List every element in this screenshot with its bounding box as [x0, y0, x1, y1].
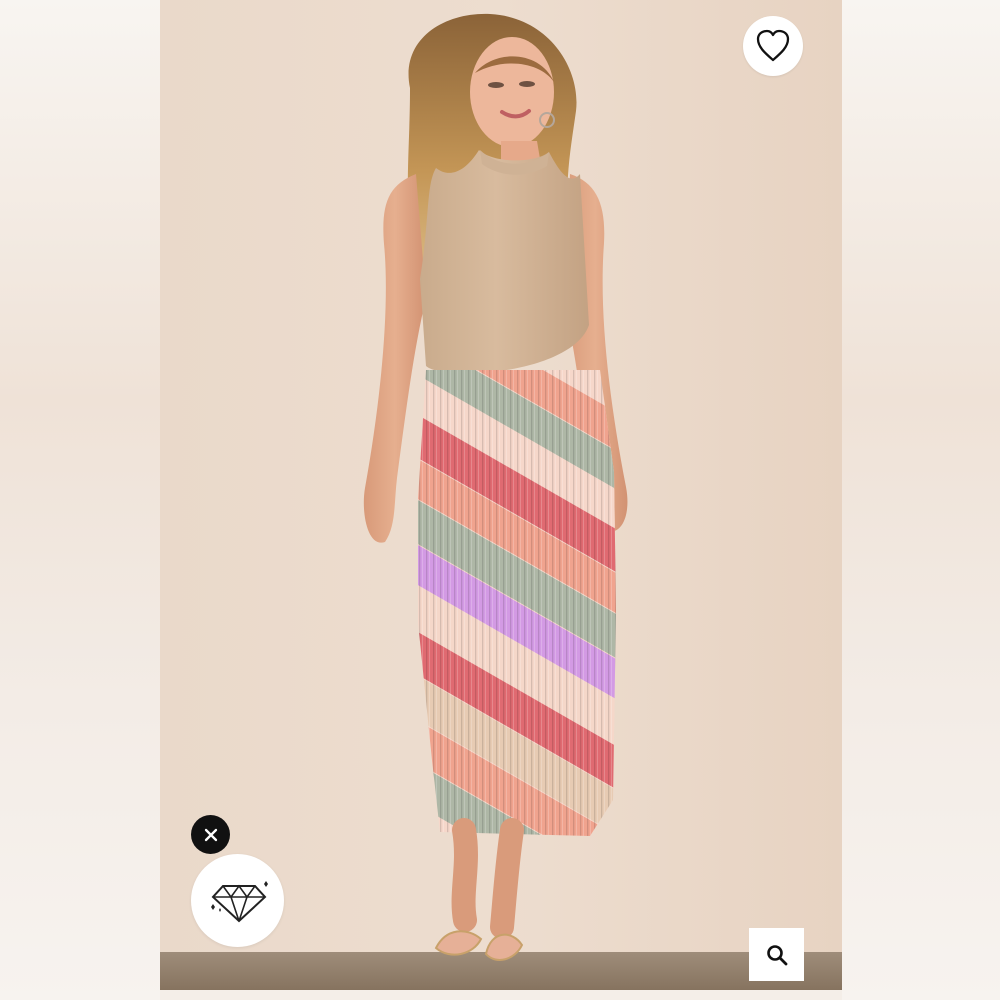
left-leg [451, 818, 478, 932]
favorite-button[interactable] [743, 16, 803, 76]
heart-icon [756, 29, 790, 62]
product-photo-viewer [0, 0, 1000, 1000]
close-icon [204, 828, 217, 841]
right-blur-background [842, 0, 1000, 1000]
right-eye [519, 81, 535, 87]
premium-badge-button[interactable] [191, 854, 284, 947]
diamond-icon [210, 880, 268, 922]
close-button[interactable] [191, 815, 230, 854]
right-leg [490, 818, 524, 939]
model-illustration [160, 0, 842, 961]
search-icon [766, 944, 787, 965]
left-eye [488, 82, 504, 88]
zoom-button[interactable] [749, 928, 804, 981]
product-photo [160, 0, 842, 990]
knit-top [420, 150, 589, 374]
face [470, 37, 554, 147]
left-blur-background [0, 0, 160, 1000]
